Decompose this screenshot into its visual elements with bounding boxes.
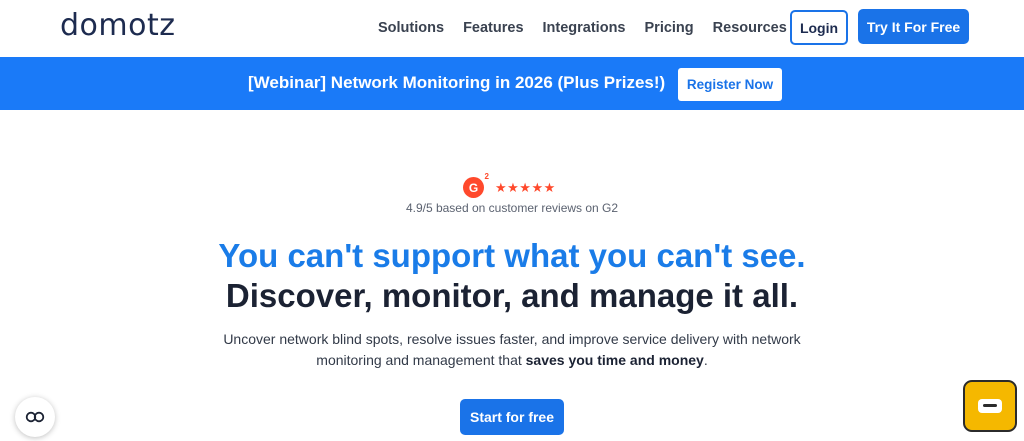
g2-logo-sup: 2 xyxy=(484,172,489,181)
try-free-button[interactable]: Try It For Free xyxy=(858,9,969,44)
chat-bubble-icon xyxy=(978,399,1002,413)
hero-description: Uncover network blind spots, resolve iss… xyxy=(212,329,812,371)
desc-text: Uncover network blind spots, resolve iss… xyxy=(223,331,801,368)
chat-icon[interactable] xyxy=(963,380,1017,432)
desc-end: . xyxy=(703,352,708,368)
g2-rating: G 2 ★★★★★ xyxy=(463,172,556,198)
register-now-button[interactable]: Register Now xyxy=(678,68,782,101)
cookie-consent-icon[interactable] xyxy=(15,397,55,437)
nav-resources[interactable]: Resources xyxy=(713,20,787,36)
login-button[interactable]: Login xyxy=(790,10,848,45)
link-icon xyxy=(25,411,45,423)
desc-bold: saves you time and money xyxy=(525,352,704,368)
main-nav: Solutions Features Integrations Pricing … xyxy=(378,20,806,36)
headline-secondary: Discover, monitor, and manage it all. xyxy=(225,277,799,314)
nav-pricing[interactable]: Pricing xyxy=(645,20,694,36)
nav-features[interactable]: Features xyxy=(463,20,523,36)
webinar-banner: [Webinar] Network Monitoring in 2026 (Pl… xyxy=(0,57,1024,110)
webinar-banner-text: [Webinar] Network Monitoring in 2026 (Pl… xyxy=(248,73,666,92)
headline-primary: You can't support what you can't see. xyxy=(218,237,806,274)
nav-integrations[interactable]: Integrations xyxy=(543,20,626,36)
nav-solutions[interactable]: Solutions xyxy=(378,20,444,36)
g2-logo-icon: G 2 xyxy=(463,172,489,198)
rating-stars-icon: ★★★★★ xyxy=(495,179,556,195)
g2-logo-letter: G xyxy=(468,180,479,195)
domotz-logo[interactable]: domotz xyxy=(60,8,176,43)
rating-text: 4.9/5 based on customer reviews on G2 xyxy=(405,201,619,215)
start-free-button[interactable]: Start for free xyxy=(460,399,564,435)
site-header: domotz Solutions Features Integrations P… xyxy=(0,0,1024,57)
